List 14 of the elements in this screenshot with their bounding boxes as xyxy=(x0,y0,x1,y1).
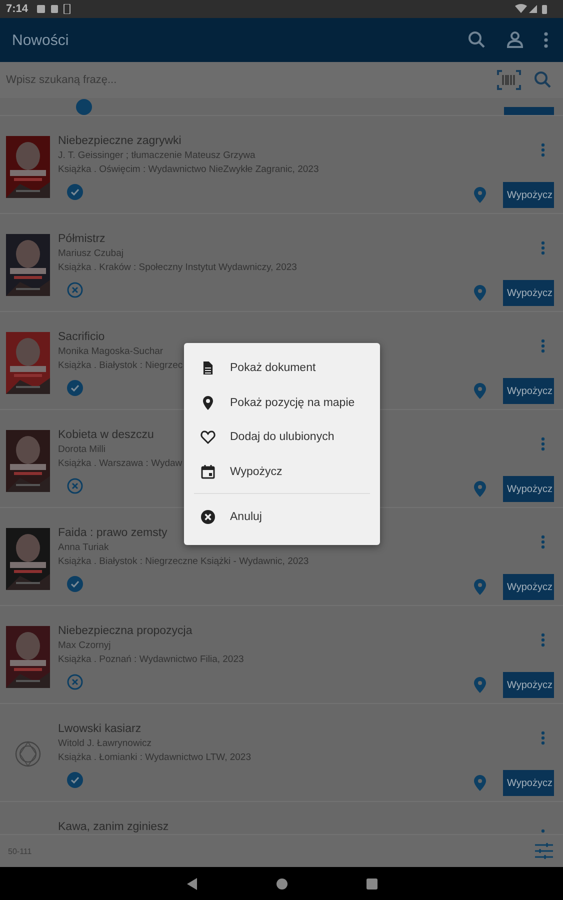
borrow-button[interactable]: Wypożycz xyxy=(503,770,554,796)
menu-item[interactable]: Wypożycz xyxy=(184,454,380,489)
menu-item[interactable]: Anuluj xyxy=(184,500,380,534)
menu-item[interactable]: Pokaż dokument xyxy=(184,351,380,386)
status-time: 7:14 xyxy=(6,3,28,15)
menu-item[interactable]: Pokaż pozycję na mapie xyxy=(184,386,380,420)
borrow-button[interactable]: Wypożycz xyxy=(503,672,554,698)
borrow-button[interactable]: Wypożycz xyxy=(503,378,554,404)
borrow-button[interactable]: Wypożycz xyxy=(503,476,554,502)
menu-item[interactable]: Dodaj do ulubionych xyxy=(184,420,380,454)
borrow-button[interactable]: Wypożycz xyxy=(503,574,554,600)
app-title: Nowości xyxy=(12,32,69,48)
borrow-button[interactable]: Wypożycz xyxy=(503,182,554,208)
borrow-button[interactable]: Wypożycz xyxy=(503,280,554,306)
